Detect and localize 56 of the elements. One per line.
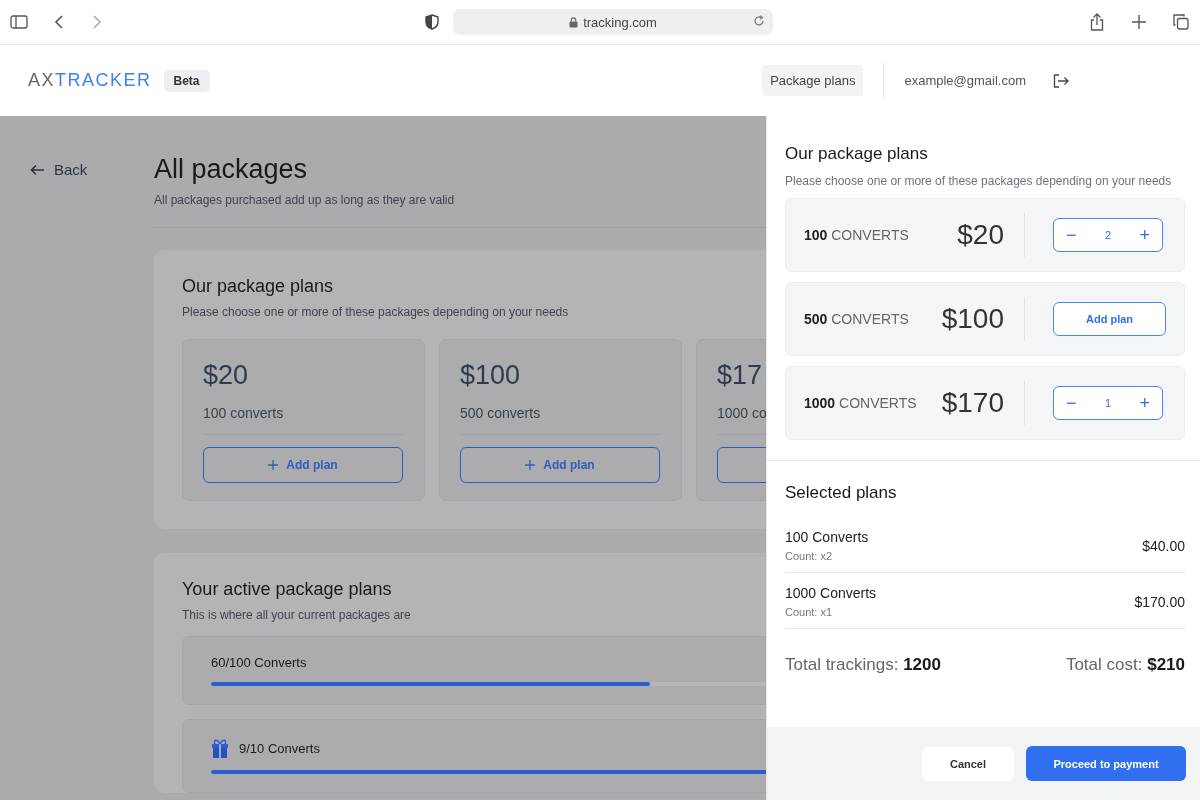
package-plans-link[interactable]: Package plans (762, 65, 864, 96)
page-subtitle: All packages purchased add up as long as they are valid (154, 193, 456, 207)
plan-price: $20 (956, 219, 1004, 251)
selected-plan-total: $170.00 (1134, 593, 1185, 610)
increment-button[interactable]: + (1137, 392, 1152, 414)
selected-plan-name: 1000 Converts (785, 585, 877, 601)
plus-icon (525, 460, 536, 470)
add-plan-button[interactable]: Add plan (460, 447, 660, 483)
converts-usage: 9/10 Converts (239, 740, 320, 756)
plan-converts: 1000 co (717, 405, 766, 421)
increment-button[interactable]: + (1137, 224, 1152, 246)
panel-subtitle: Please choose one or more of these packages depending on your needs (785, 174, 1173, 188)
plan-price: $100 (460, 360, 521, 390)
plan-converts: 500 converts (460, 405, 541, 421)
selected-plan-total: $40.00 (1142, 537, 1185, 554)
tabs-icon[interactable] (1170, 11, 1192, 33)
total-trackings: Total trackings: 1200 (785, 655, 941, 675)
cancel-button[interactable]: Cancel (922, 746, 1014, 781)
quantity-value: 2 (1104, 229, 1112, 241)
decrement-button[interactable]: − (1064, 224, 1079, 246)
decrement-button[interactable]: − (1064, 392, 1079, 414)
plan-converts: 100 CONVERTS (804, 227, 910, 243)
address-bar[interactable]: tracking.com (453, 9, 773, 35)
back-link[interactable]: Back (30, 161, 88, 178)
plan-price: $17 (717, 360, 763, 390)
user-email: example@gmail.com (904, 73, 1026, 88)
selected-plan-count: Count: x1 (785, 606, 834, 618)
back-arrow-icon (30, 163, 44, 176)
selected-title: Selected plans (785, 483, 898, 503)
plan-price: $170 (940, 387, 1004, 419)
logo: AXTRACKER (28, 70, 152, 91)
add-plan-button[interactable]: Add plan (1053, 302, 1166, 336)
add-plan-button[interactable]: Add plan (203, 447, 403, 483)
quantity-value: 1 (1104, 397, 1112, 409)
plus-icon (268, 460, 279, 470)
beta-badge: Beta (163, 69, 210, 92)
plan-converts: 100 converts (203, 405, 284, 421)
quantity-stepper[interactable]: − 1 + (1053, 386, 1163, 420)
section-subtitle: This is where all your current packages are (182, 608, 412, 622)
plan-converts: 500 CONVERTS (804, 311, 910, 327)
proceed-button[interactable]: Proceed to payment (1026, 746, 1186, 781)
selected-plan-name: 100 Converts (785, 529, 869, 545)
panel-title: Our package plans (785, 144, 929, 164)
reload-icon[interactable] (753, 15, 765, 27)
selected-plan-count: Count: x2 (785, 550, 834, 562)
section-title: Your active package plans (182, 579, 393, 600)
plan-price: $100 (940, 303, 1004, 335)
quantity-stepper[interactable]: − 2 + (1053, 218, 1163, 252)
page-title: All packages (154, 154, 309, 185)
converts-usage: 60/100 Converts (211, 655, 307, 670)
plan-converts: 1000 CONVERTS (804, 395, 918, 411)
lock-icon (569, 16, 579, 28)
section-subtitle: Please choose one or more of these packages depending on your needs (182, 305, 570, 319)
section-title: Our package plans (182, 276, 335, 297)
total-cost: Total cost: $210 (1065, 655, 1185, 675)
plan-price: $20 (203, 360, 249, 390)
